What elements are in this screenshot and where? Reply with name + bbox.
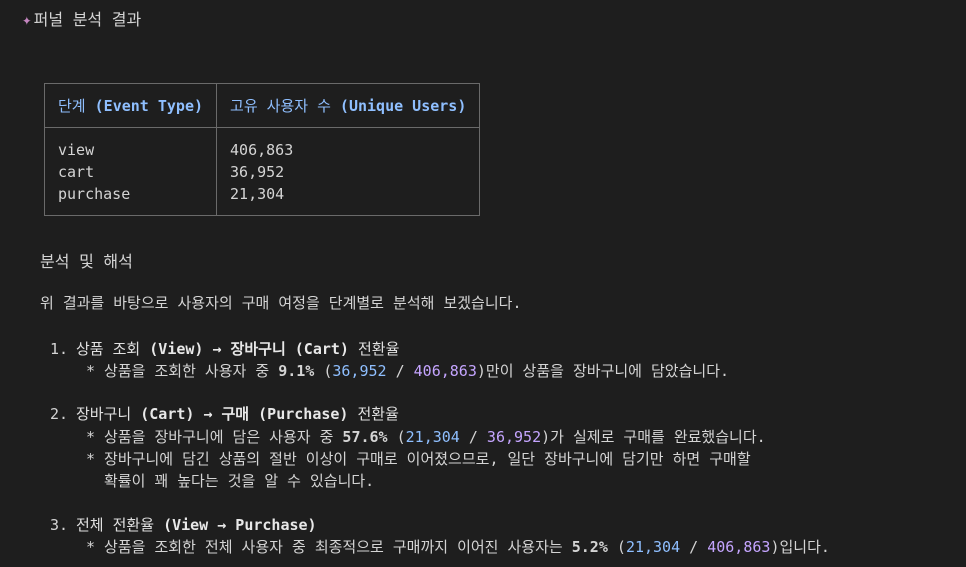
funnel-table: 단계 (Event Type) 고유 사용자 수 (Unique Users) … — [43, 83, 481, 216]
list-item-1-title: 1. 상품 조회 (View) → 장바구니 (Cart) 전환율 — [50, 340, 400, 358]
cell-users: 36,952 — [216, 161, 481, 183]
col-header-users: 고유 사용자 수 (Unique Users) — [216, 83, 481, 128]
list-item-3-bullet: * 상품을 조회한 전체 사용자 중 최종적으로 구매까지 이어진 사용자는 5… — [86, 538, 830, 556]
cell-stage: view — [43, 127, 218, 161]
cell-stage: cart — [43, 161, 218, 183]
list-item-2-bullet-2: * 장바구니에 담긴 상품의 절반 이상이 구매로 이어졌으므로, 일단 장바구… — [86, 450, 751, 468]
cell-users: 406,863 — [216, 127, 481, 161]
list-item-1-bullet: * 상품을 조회한 사용자 중 9.1% (36,952 / 406,863)만… — [86, 362, 730, 380]
analysis-intro: 위 결과를 바탕으로 사용자의 구매 여정을 단계별로 분석해 보겠습니다. — [40, 294, 522, 312]
col-header-stage: 단계 (Event Type) — [43, 83, 218, 128]
list-item-2-bullet: * 상품을 장바구니에 담은 사용자 중 57.6% (21,304 / 36,… — [86, 428, 766, 446]
list-item-2-bullet-2-cont: 확률이 꽤 높다는 것을 알 수 있습니다. — [104, 472, 375, 490]
table-header-row: 단계 (Event Type) 고유 사용자 수 (Unique Users) — [43, 83, 481, 128]
table-row: cart 36,952 — [43, 161, 481, 183]
cell-stage: purchase — [43, 183, 218, 216]
result-title: ✦ 퍼널 분석 결과 — [22, 6, 141, 30]
cell-users: 21,304 — [216, 183, 481, 216]
table-row: purchase 21,304 — [43, 183, 481, 216]
list-item-2-title: 2. 장바구니 (Cart) → 구매 (Purchase) 전환율 — [50, 405, 399, 423]
table-row: view 406,863 — [43, 127, 481, 161]
analysis-heading: 분석 및 해석 — [40, 252, 133, 271]
result-title-text: 퍼널 분석 결과 — [33, 10, 142, 29]
list-item-3-title: 3. 전체 전환율 (View → Purchase) — [50, 516, 317, 534]
sparkle-icon: ✦ — [22, 10, 32, 29]
